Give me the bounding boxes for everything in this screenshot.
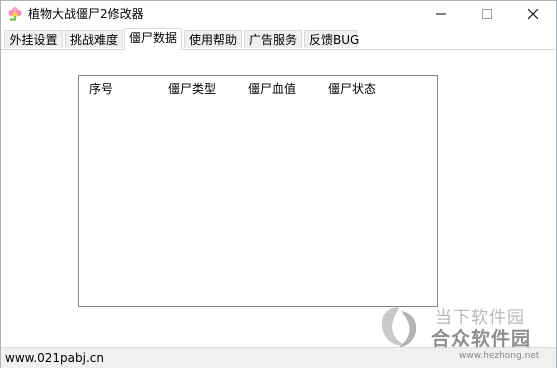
window-title: 植物大战僵尸2修改器	[28, 7, 144, 21]
column-header-zombie-hp[interactable]: 僵尸血值	[248, 81, 296, 97]
tab-ad-services[interactable]: 广告服务	[244, 30, 302, 48]
maximize-button[interactable]	[464, 1, 510, 27]
app-window: 植物大战僵尸2修改器 外挂设置 挑战难度 僵尸数据 使用帮助 广告服务 反馈BU…	[0, 0, 557, 368]
watermark-text-2: 合众软件园	[431, 328, 532, 350]
title-bar[interactable]: 植物大战僵尸2修改器	[1, 1, 556, 27]
flower-icon	[7, 6, 23, 22]
zombie-data-list[interactable]: 序号 僵尸类型 僵尸血值 僵尸状态	[78, 75, 438, 307]
close-button[interactable]	[510, 1, 556, 27]
tab-strip: 外挂设置 挑战难度 僵尸数据 使用帮助 广告服务 反馈BUG	[1, 28, 556, 50]
tab-challenge-difficulty[interactable]: 挑战难度	[65, 30, 123, 48]
watermark-url: www.hezhong.net	[459, 351, 540, 361]
column-header-index[interactable]: 序号	[89, 81, 113, 97]
tab-zombie-data[interactable]: 僵尸数据	[124, 28, 182, 50]
status-url: www.021pabj.cn	[5, 351, 104, 365]
minimize-icon	[436, 13, 446, 15]
column-header-zombie-status[interactable]: 僵尸状态	[328, 81, 376, 97]
watermark-logo-icon	[373, 301, 425, 353]
tab-feedback-bug[interactable]: 反馈BUG	[304, 30, 359, 48]
tab-cheat-settings[interactable]: 外挂设置	[4, 30, 63, 48]
column-header-zombie-type[interactable]: 僵尸类型	[168, 81, 216, 97]
tab-help[interactable]: 使用帮助	[184, 30, 242, 48]
minimize-button[interactable]	[418, 1, 464, 27]
watermark: 当下软件园 合众软件园 www.hezhong.net	[373, 301, 557, 369]
maximize-icon	[482, 9, 492, 19]
close-icon	[528, 9, 538, 19]
